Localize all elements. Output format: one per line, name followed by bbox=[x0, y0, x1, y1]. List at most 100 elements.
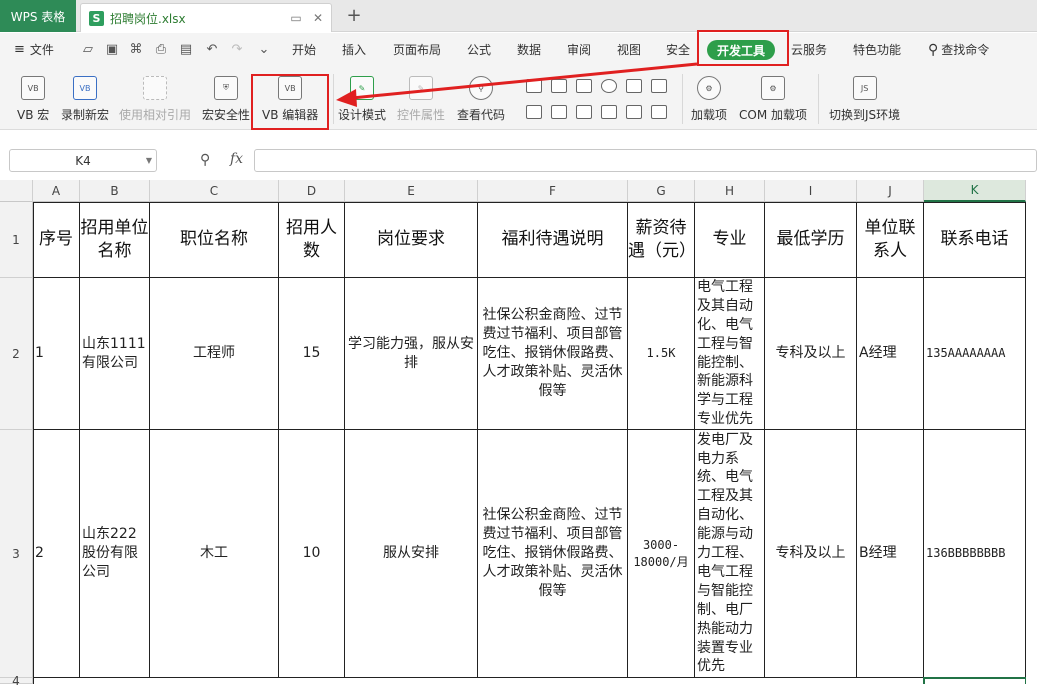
cell-a1[interactable]: 序号 bbox=[33, 202, 80, 278]
column-header-d[interactable]: D bbox=[279, 180, 345, 202]
cell-h2[interactable]: 电气工程及其自动化、电气工程与智能控制、新能源科学与工程专业优先 bbox=[695, 278, 765, 430]
cell-i2[interactable]: 专科及以上 bbox=[765, 278, 857, 430]
row-header-2[interactable]: 2 bbox=[0, 278, 33, 430]
spin-control-icon[interactable] bbox=[576, 105, 592, 119]
name-box[interactable]: K4 ▼ bbox=[9, 149, 157, 172]
cell-k3[interactable]: 136BBBBBBBB bbox=[924, 430, 1026, 678]
control-properties-button[interactable]: ✎ 控件属性 bbox=[397, 76, 445, 123]
cell-f1[interactable]: 福利待遇说明 bbox=[478, 202, 628, 278]
tab-cloud[interactable]: 云服务 bbox=[791, 33, 827, 66]
label-control-icon[interactable] bbox=[551, 79, 567, 93]
cell-e1[interactable]: 岗位要求 bbox=[345, 202, 478, 278]
tab-features[interactable]: 特色功能 bbox=[853, 33, 901, 66]
cell-j3[interactable]: B经理 bbox=[857, 430, 924, 678]
relative-reference-button[interactable]: 使用相对引用 bbox=[119, 76, 191, 123]
cell-c2[interactable]: 工程师 bbox=[150, 278, 279, 430]
record-macro-button[interactable]: VB 录制新宏 bbox=[61, 76, 109, 123]
cell-k1[interactable]: 联系电话 bbox=[924, 202, 1026, 278]
print-preview-icon[interactable]: ▤ bbox=[178, 41, 194, 57]
column-header-g[interactable]: G bbox=[628, 180, 695, 202]
more-controls-icon[interactable] bbox=[651, 105, 667, 119]
addins-button[interactable]: ⚙ 加载项 bbox=[691, 76, 727, 123]
column-header-e[interactable]: E bbox=[345, 180, 478, 202]
search-command[interactable]: ⚲ 查找命令 bbox=[928, 33, 989, 66]
js-environment-button[interactable]: JS 切换到JS环境 bbox=[829, 76, 900, 123]
cell-d1[interactable]: 招用人数 bbox=[279, 202, 345, 278]
chevron-down-icon[interactable]: ▼ bbox=[146, 156, 152, 165]
cell-d3[interactable]: 10 bbox=[279, 430, 345, 678]
undo-icon[interactable]: ↶ bbox=[204, 41, 220, 57]
text-control-icon[interactable] bbox=[601, 105, 617, 119]
button-control-icon[interactable] bbox=[526, 105, 542, 119]
column-header-k[interactable]: K bbox=[924, 180, 1026, 202]
selected-cell-k4[interactable] bbox=[923, 677, 1027, 684]
cell-b1[interactable]: 招用单位名称 bbox=[80, 202, 150, 278]
column-header-a[interactable]: A bbox=[33, 180, 80, 202]
tab-data[interactable]: 数据 bbox=[517, 33, 541, 66]
cell-g1[interactable]: 薪资待遇（元） bbox=[628, 202, 695, 278]
radio-control-icon[interactable] bbox=[601, 79, 617, 93]
tab-insert[interactable]: 插入 bbox=[342, 33, 366, 66]
checkbox-control-icon[interactable] bbox=[526, 79, 542, 93]
textbox-control-icon[interactable] bbox=[576, 79, 592, 93]
open-icon[interactable]: ▱ bbox=[80, 41, 96, 57]
cell-i1[interactable]: 最低学历 bbox=[765, 202, 857, 278]
cell-i3[interactable]: 专科及以上 bbox=[765, 430, 857, 678]
cell-g2[interactable]: 1.5K bbox=[628, 278, 695, 430]
cell-h1[interactable]: 专业 bbox=[695, 202, 765, 278]
save-icon[interactable]: ▣ bbox=[104, 41, 120, 57]
cell-a2[interactable]: 1 bbox=[33, 278, 80, 430]
cell-j1[interactable]: 单位联系人 bbox=[857, 202, 924, 278]
file-tab[interactable]: S 招聘岗位.xlsx ▭ ✕ bbox=[80, 3, 332, 32]
cell-e3[interactable]: 服从安排 bbox=[345, 430, 478, 678]
macro-security-button[interactable]: ⛨ 宏安全性 bbox=[202, 76, 250, 123]
cell-e2[interactable]: 学习能力强，服从安排 bbox=[345, 278, 478, 430]
zoom-icon[interactable]: ⚲ bbox=[200, 152, 210, 168]
cell-c1[interactable]: 职位名称 bbox=[150, 202, 279, 278]
tab-formulas[interactable]: 公式 bbox=[467, 33, 491, 66]
file-menu[interactable]: ≡ 文件 bbox=[14, 33, 54, 66]
cell-h3[interactable]: 发电厂及电力系统、电气工程及其自动化、能源与动力工程、电气工程与智能控制、电厂热… bbox=[695, 430, 765, 678]
cell-c3[interactable]: 木工 bbox=[150, 430, 279, 678]
cell-j2[interactable]: A经理 bbox=[857, 278, 924, 430]
new-tab-button[interactable]: + bbox=[343, 4, 365, 26]
vb-macro-button[interactable]: VB VB 宏 bbox=[17, 76, 49, 123]
print-icon[interactable]: ⎙ bbox=[153, 41, 169, 57]
tab-view[interactable]: 视图 bbox=[617, 33, 641, 66]
format-painter-icon[interactable]: ⌘ bbox=[128, 41, 144, 57]
cell-b3[interactable]: 山东222股份有限公司 bbox=[80, 430, 150, 678]
tab-security[interactable]: 安全 bbox=[666, 33, 690, 66]
select-all-corner[interactable] bbox=[0, 180, 33, 202]
app-tab[interactable]: WPS 表格 bbox=[0, 0, 76, 32]
redo-icon[interactable]: ↷ bbox=[229, 41, 245, 57]
column-header-c[interactable]: C bbox=[150, 180, 279, 202]
row-header-3[interactable]: 3 bbox=[0, 430, 33, 678]
customize-toolbar-icon[interactable]: ⌄ bbox=[256, 41, 272, 57]
restore-icon[interactable]: ▭ bbox=[287, 9, 305, 27]
scrollbar-control-icon[interactable] bbox=[551, 105, 567, 119]
column-header-i[interactable]: I bbox=[765, 180, 857, 202]
image-control-icon[interactable] bbox=[626, 105, 642, 119]
row-header-1[interactable]: 1 bbox=[0, 202, 33, 278]
column-header-j[interactable]: J bbox=[857, 180, 924, 202]
cell-k2[interactable]: 135AAAAAAAA bbox=[924, 278, 1026, 430]
cell-b2[interactable]: 山东1111有限公司 bbox=[80, 278, 150, 430]
listbox-control-icon[interactable] bbox=[626, 79, 642, 93]
combobox-control-icon[interactable] bbox=[651, 79, 667, 93]
cell-g3[interactable]: 3000-18000/月 bbox=[628, 430, 695, 678]
com-addins-button[interactable]: ⚙ COM 加载项 bbox=[739, 76, 807, 123]
formula-input[interactable] bbox=[254, 149, 1037, 172]
cell-d2[interactable]: 15 bbox=[279, 278, 345, 430]
cell-f2[interactable]: 社保公积金商险、过节费过节福利、项目部管吃住、报销休假路费、人才政策补贴、灵活休… bbox=[478, 278, 628, 430]
tab-home[interactable]: 开始 bbox=[292, 33, 316, 66]
column-header-h[interactable]: H bbox=[695, 180, 765, 202]
close-icon[interactable]: ✕ bbox=[309, 9, 327, 27]
function-icon[interactable]: fx bbox=[230, 151, 243, 167]
cell-a3[interactable]: 2 bbox=[33, 430, 80, 678]
column-header-b[interactable]: B bbox=[80, 180, 150, 202]
row-header-4[interactable]: 4 bbox=[0, 674, 33, 688]
cell-f3[interactable]: 社保公积金商险、过节费过节福利、项目部管吃住、报销休假路费、人才政策补贴、灵活休… bbox=[478, 430, 628, 678]
tab-review[interactable]: 审阅 bbox=[567, 33, 591, 66]
view-code-button[interactable]: ⚲ 查看代码 bbox=[457, 76, 505, 123]
column-header-f[interactable]: F bbox=[478, 180, 628, 202]
